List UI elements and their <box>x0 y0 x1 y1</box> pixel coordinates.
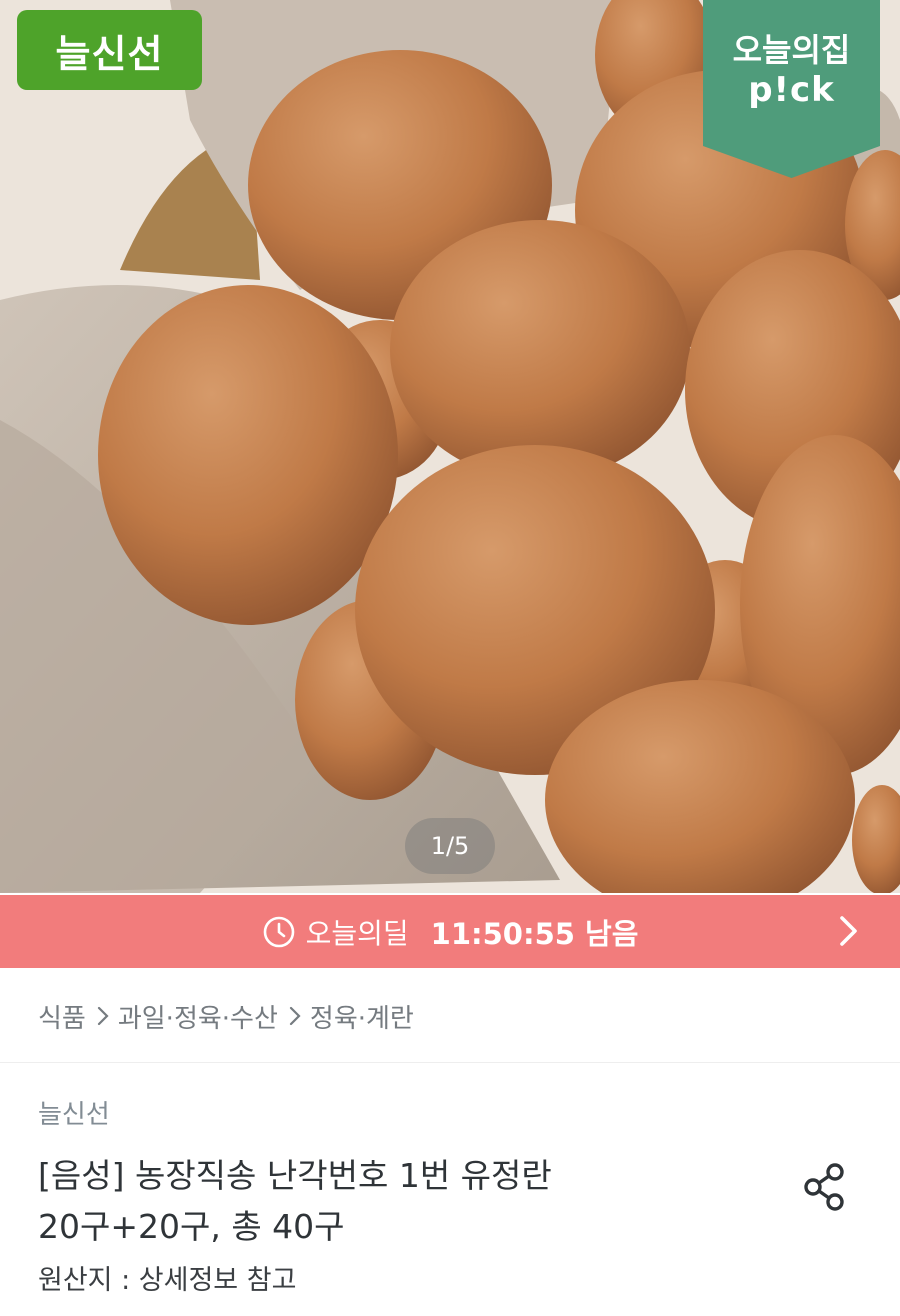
section-divider <box>0 1062 900 1063</box>
product-title: [음성] 농장직송 난각번호 1번 유정란 20구+20구, 총 40구 <box>38 1150 758 1252</box>
breadcrumb-item[interactable]: 식품 <box>38 998 86 1035</box>
product-title-line2: 20구+20구, 총 40구 <box>38 1207 345 1246</box>
share-icon[interactable] <box>800 1160 852 1212</box>
clock-icon <box>263 916 294 947</box>
product-image-carousel[interactable]: 늘신선 오늘의집 p!ck 1/5 <box>0 0 900 893</box>
chevron-right-icon <box>97 1006 109 1026</box>
pick-badge: 오늘의집 p!ck <box>703 0 880 178</box>
breadcrumb-item[interactable]: 정육·계란 <box>310 998 414 1035</box>
origin-info: 원산지 : 상세정보 참고 <box>38 1265 297 1296</box>
image-page-indicator: 1/5 <box>405 818 495 874</box>
deal-countdown: 11:50:55 남음 <box>430 916 639 951</box>
pick-badge-title: 오늘의집 <box>732 31 851 69</box>
chevron-right-icon[interactable] <box>838 914 860 948</box>
seller-name[interactable]: 늘신선 <box>38 1094 110 1131</box>
product-title-line1: [음성] 농장직송 난각번호 1번 유정란 <box>38 1156 552 1195</box>
deal-label: 오늘의딜 <box>305 916 409 950</box>
breadcrumb-item[interactable]: 과일·정육·수산 <box>118 998 278 1035</box>
chevron-right-icon <box>289 1006 301 1026</box>
todays-deal-bar[interactable]: 오늘의딜 11:50:55 남음 <box>0 895 900 968</box>
brand-badge: 늘신선 <box>17 10 202 90</box>
breadcrumb: 식품 과일·정육·수산 정육·계란 <box>38 994 414 1038</box>
pick-badge-subtitle: p!ck <box>748 70 835 110</box>
